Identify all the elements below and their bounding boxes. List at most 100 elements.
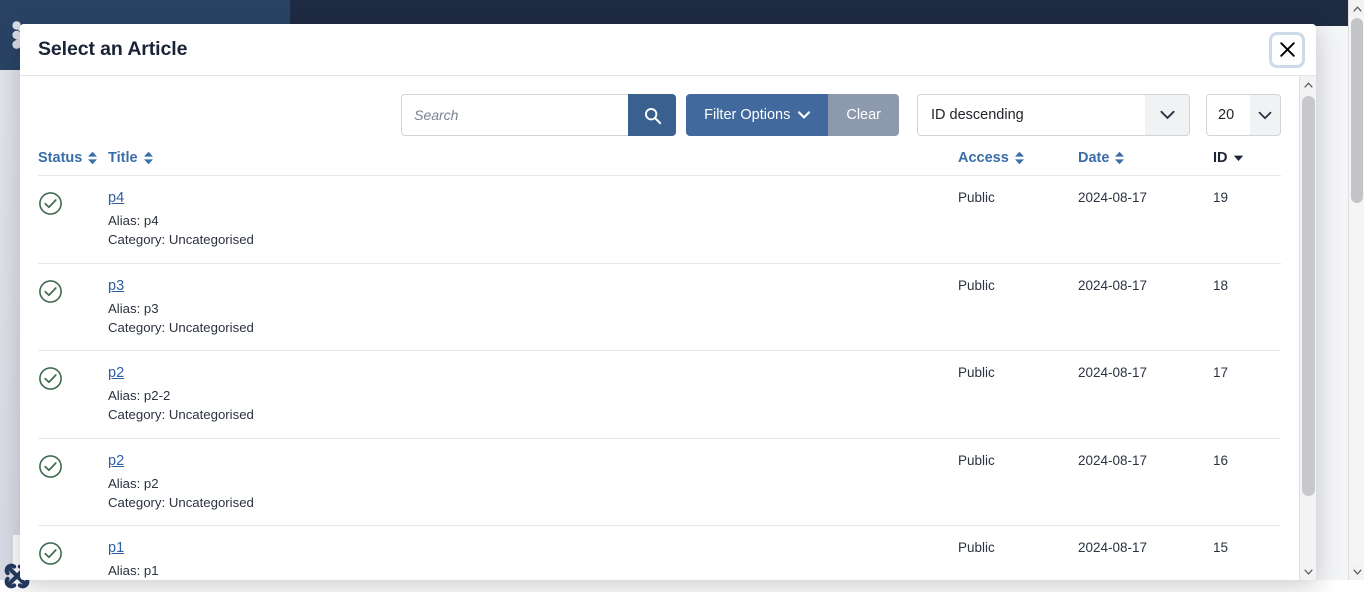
page-scroll-down-button[interactable] [1349,563,1364,580]
published-check-icon [38,279,63,304]
sort-by-title[interactable]: Title [108,150,154,166]
list-limit-value: 20 [1207,107,1250,123]
column-header-date: Date [1078,136,1213,176]
cell-title: p2 Alias: p2-2Category: Uncategorised [108,351,958,439]
sort-by-status[interactable]: Status [38,150,98,166]
article-alias: Alias: p2-2 [108,386,958,405]
list-limit-caret [1250,95,1280,135]
chevron-up-icon [1353,6,1362,12]
chevron-down-icon [1258,111,1272,120]
articles-table-head: Status Title [38,136,1281,176]
cell-title: p2 Alias: p2Category: Uncategorised [108,438,958,526]
chevron-down-icon [1353,569,1362,575]
cell-access: Public [958,351,1078,439]
article-category: Category: Uncategorised [108,405,958,424]
cell-date: 2024-08-17 [1078,176,1213,264]
chevron-down-icon [798,111,810,119]
articles-table: Status Title [38,136,1281,580]
cell-title: p1Alias: p1Category: Uncategorised [108,526,958,580]
page-scrollbar[interactable] [1348,0,1364,580]
cell-date: 2024-08-17 [1078,351,1213,439]
published-check-icon [38,541,63,566]
chevron-down-icon [1304,569,1313,575]
clear-button[interactable]: Clear [828,94,899,136]
cell-id: 17 [1213,351,1281,439]
sort-order-select[interactable]: ID descending [917,94,1190,136]
modal-header: Select an Article [20,24,1316,76]
page-scroll-up-button[interactable] [1349,0,1364,17]
filter-options-button[interactable]: Filter Options [686,94,828,136]
table-row[interactable]: p4Alias: p4Category: UncategorisedPublic… [38,176,1281,264]
table-header-row: Status Title [38,136,1281,176]
sort-by-access[interactable]: Access [958,150,1025,166]
cell-status[interactable] [38,438,108,526]
cell-status[interactable] [38,176,108,264]
column-header-access: Access [958,136,1078,176]
modal-scroll-thumb[interactable] [1302,96,1315,496]
table-row[interactable]: p2Alias: p2Category: UncategorisedPublic… [38,438,1281,526]
column-label-date: Date [1078,150,1109,166]
articles-table-wrap: Status Title [20,136,1299,580]
cell-title: p4Alias: p4Category: Uncategorised [108,176,958,264]
cell-access: Public [958,263,1078,351]
sort-by-date[interactable]: Date [1078,150,1125,166]
cell-title: p3 Alias: p3Category: Uncategorised [108,263,958,351]
cell-id: 18 [1213,263,1281,351]
article-title-link[interactable]: p3 [108,278,124,294]
column-label-title: Title [108,150,138,166]
column-label-id: ID [1213,150,1228,166]
modal-scroll-area: Filter Options Clear ID descending [20,76,1299,580]
article-category: Category: Uncategorised [108,318,958,337]
article-category: Category: Uncategorised [108,493,958,512]
published-check-icon [38,191,63,216]
cell-date: 2024-08-17 [1078,263,1213,351]
filter-options-label: Filter Options [704,107,790,123]
chevron-down-icon [1160,110,1175,120]
clear-label: Clear [846,107,881,123]
cell-date: 2024-08-17 [1078,438,1213,526]
cell-status[interactable] [38,351,108,439]
article-alias: Alias: p2 [108,474,958,493]
article-title-link[interactable]: p2 [108,365,124,381]
modal-scrollbar[interactable] [1299,76,1316,580]
published-check-icon [38,454,63,479]
sort-by-id[interactable]: ID [1213,150,1244,166]
admin-topbar-right [290,0,1364,26]
page-title: Select an Article [38,38,1272,61]
article-alias: Alias: p1 [108,561,958,580]
article-alias: Alias: p3 [108,299,958,318]
select-article-modal: Select an Article [20,24,1316,580]
table-row[interactable]: p3 Alias: p3Category: UncategorisedPublic… [38,263,1281,351]
column-header-id: ID [1213,136,1281,176]
cell-access: Public [958,526,1078,580]
list-limit-select[interactable]: 20 [1206,94,1281,136]
modal-scroll-down-button[interactable] [1300,563,1316,580]
cell-access: Public [958,176,1078,264]
column-header-title: Title [108,136,958,176]
sort-updown-icon [143,151,154,165]
article-title-link[interactable]: p2 [108,453,124,469]
article-title-link[interactable]: p4 [108,190,124,206]
search-button[interactable] [628,94,676,136]
sort-order-value: ID descending [918,107,1145,123]
search-icon [643,106,662,125]
sort-updown-icon [1114,151,1125,165]
modal-scroll-up-button[interactable] [1300,76,1316,93]
published-check-icon [38,366,63,391]
cell-date: 2024-08-17 [1078,526,1213,580]
table-row[interactable]: p2 Alias: p2-2Category: UncategorisedPubl… [38,351,1281,439]
search-input[interactable] [401,94,628,136]
cell-status[interactable] [38,526,108,580]
caret-down-icon [1233,154,1244,162]
cell-id: 16 [1213,438,1281,526]
close-button[interactable] [1272,35,1302,65]
table-row[interactable]: p1Alias: p1Category: UncategorisedPublic… [38,526,1281,580]
cell-status[interactable] [38,263,108,351]
article-title-link[interactable]: p1 [108,540,124,556]
search-toolbar: Filter Options Clear ID descending [20,76,1299,136]
modal-body: Filter Options Clear ID descending [20,76,1316,580]
page-scroll-thumb[interactable] [1351,18,1363,203]
cell-id: 19 [1213,176,1281,264]
close-icon [1279,41,1296,58]
sort-updown-icon [87,151,98,165]
